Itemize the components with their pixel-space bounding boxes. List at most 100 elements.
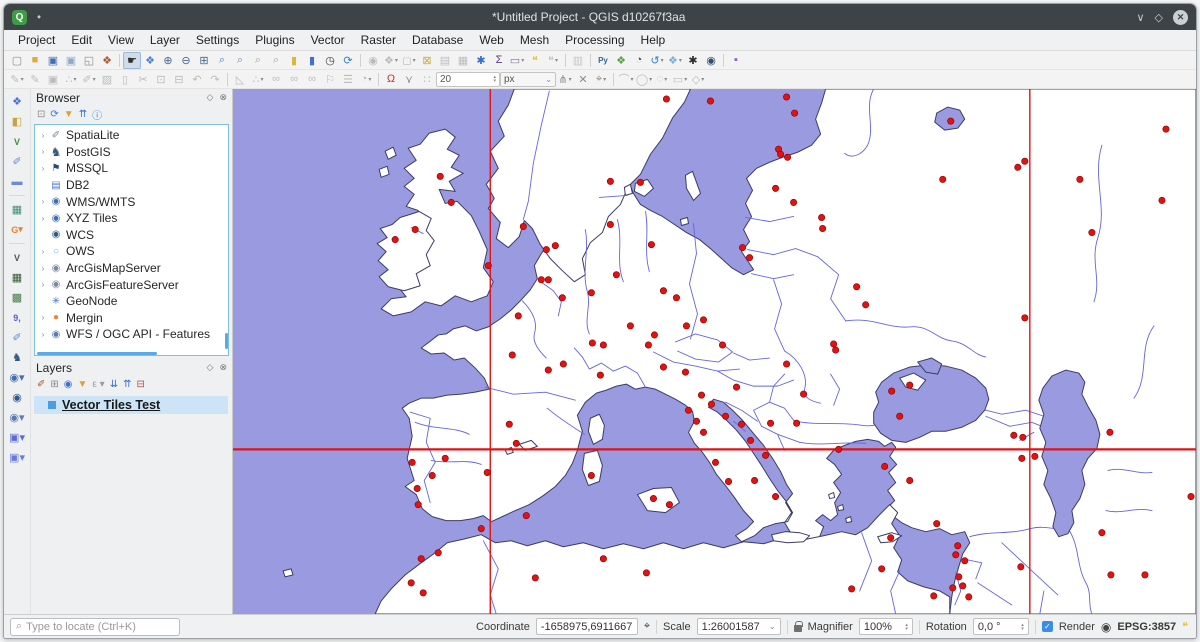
menu-view[interactable]: View	[100, 31, 142, 49]
enable-snapping[interactable]: Ω	[382, 71, 400, 88]
horizontal-scrollbar[interactable]	[37, 352, 157, 355]
browser-item-mssql[interactable]: ›⚑MSSQL	[37, 160, 228, 177]
expand-icon[interactable]: ›	[37, 164, 49, 173]
browser-item-wcs[interactable]: ◉WCS	[37, 227, 228, 244]
expand-icon[interactable]: ›	[37, 313, 49, 322]
processing-history[interactable]: ↺▾	[648, 52, 666, 69]
map-canvas[interactable]	[232, 89, 1196, 614]
scale-combo[interactable]: 1:26001587⌄	[697, 618, 781, 635]
menu-database[interactable]: Database	[404, 31, 471, 49]
metasearch[interactable]: ◉	[702, 52, 720, 69]
messages-icon[interactable]: ❝	[1182, 620, 1188, 633]
open-layer-styling[interactable]: ✐	[37, 379, 45, 390]
open-data-source-manager[interactable]: ❖	[8, 93, 26, 110]
close-panel-icon[interactable]: ⊗	[219, 92, 227, 103]
browser-item-spatialite[interactable]: ›✐SpatiaLite	[37, 127, 228, 144]
add-wms-layer[interactable]: ◉▾	[8, 369, 26, 386]
crs-globe-icon[interactable]: ◉	[1101, 620, 1111, 634]
collapse-all-layers[interactable]: ⇈	[123, 379, 131, 390]
grass-tools[interactable]: G▾	[8, 221, 26, 238]
crs-status[interactable]: EPSG:3857	[1117, 621, 1176, 633]
filter-browser[interactable]: ▼	[64, 109, 74, 120]
deselect-features[interactable]: ⊠	[418, 52, 436, 69]
enable-tracing[interactable]: ⋔▾	[556, 71, 574, 88]
properties-info[interactable]: ⓘ	[92, 107, 102, 122]
expand-icon[interactable]: ›	[37, 214, 49, 223]
add-raster-layer-2[interactable]: ▦	[8, 269, 26, 286]
snap-on-intersection[interactable]: ✕	[574, 71, 592, 88]
browser-item-wfs-ogc-api-features[interactable]: ›◉WFS / OGC API - Features	[37, 326, 228, 343]
minimize-icon[interactable]: ∨	[1136, 11, 1144, 24]
zoom-in[interactable]: ⊕	[159, 52, 177, 69]
pan-to-selection[interactable]: ❖	[141, 52, 159, 69]
snapping-unit[interactable]: px⌄	[500, 72, 556, 87]
float-panel-icon[interactable]: ◇	[207, 92, 214, 103]
menu-layer[interactable]: Layer	[142, 31, 188, 49]
browser-item-ows[interactable]: ›○OWS	[37, 243, 228, 260]
expand-icon[interactable]: ›	[37, 147, 49, 156]
locator-input[interactable]: ⌕ Type to locate (Ctrl+K)	[10, 618, 180, 636]
add-wcs-layer[interactable]: ◉	[8, 389, 26, 406]
add-delimited-text-2[interactable]: 9,	[8, 309, 26, 326]
add-mesh-layer-2[interactable]: ▩	[8, 289, 26, 306]
add-vector-tile[interactable]: ❖▾	[666, 52, 684, 69]
browser-item-db2[interactable]: ▤DB2	[37, 177, 228, 194]
decorations[interactable]: ▪	[727, 52, 745, 69]
map-tips[interactable]: ❝	[526, 52, 544, 69]
open-project[interactable]: ■	[26, 52, 44, 69]
render-checkbox[interactable]: ✓	[1042, 621, 1053, 632]
show-layout-manager[interactable]: ❖	[98, 52, 116, 69]
extents-icon[interactable]: ⌖	[644, 620, 650, 633]
add-wfs-layer[interactable]: ◉▾	[8, 409, 26, 426]
debugging-tools[interactable]: ✱	[684, 52, 702, 69]
browser-item-wms-wmts[interactable]: ›◉WMS/WMTS	[37, 193, 228, 210]
browser-item-xyz-tiles[interactable]: ›◉XYZ Tiles	[37, 210, 228, 227]
new-print-layout[interactable]: ◱	[80, 52, 98, 69]
browser-item-mergin[interactable]: ›●Mergin	[37, 310, 228, 327]
expand-icon[interactable]: ›	[37, 264, 49, 273]
maximize-icon[interactable]: ◇	[1155, 11, 1163, 24]
browser-item-arcgisfeatureserver[interactable]: ›◉ArcGisFeatureServer	[37, 276, 228, 293]
add-group[interactable]: ⊞	[50, 379, 58, 390]
add-selected-layers[interactable]: ⊡	[37, 109, 45, 120]
vertical-scrollbar[interactable]	[225, 333, 228, 349]
expand-icon[interactable]: ›	[37, 197, 49, 206]
menu-vector[interactable]: Vector	[303, 31, 353, 49]
expand-icon[interactable]: ›	[37, 247, 49, 256]
refresh-map[interactable]: ⟳	[339, 52, 357, 69]
remove-layer[interactable]: ⊟	[136, 379, 144, 390]
python-console[interactable]: Py	[594, 52, 612, 69]
menu-processing[interactable]: Processing	[557, 31, 632, 49]
filter-by-expression[interactable]: ε ▾	[92, 379, 104, 390]
temporal-controller[interactable]: ◷	[321, 52, 339, 69]
expand-all[interactable]: ⇊	[110, 379, 118, 390]
add-spatialite-layer[interactable]: ✐	[8, 329, 26, 346]
menu-mesh[interactable]: Mesh	[512, 31, 557, 49]
zoom-full[interactable]: ⊞	[195, 52, 213, 69]
zoom-to-layer[interactable]: ⌕	[231, 52, 249, 69]
save-project[interactable]: ▣	[44, 52, 62, 69]
menu-project[interactable]: Project	[10, 31, 63, 49]
add-vector-layer[interactable]: V	[8, 133, 26, 150]
close-icon[interactable]: ✕	[1173, 10, 1188, 25]
menu-web[interactable]: Web	[471, 31, 511, 49]
save-project-as[interactable]: ▣	[62, 52, 80, 69]
menu-help[interactable]: Help	[633, 31, 674, 49]
rotation-spinner[interactable]: 0,0 ° ▴▾	[973, 618, 1029, 635]
zoom-next[interactable]: ⌕	[267, 52, 285, 69]
new-spatial-bookmark[interactable]: ▮	[285, 52, 303, 69]
add-vector-layer-2[interactable]: V	[8, 249, 26, 266]
browser-item-arcgismapserver[interactable]: ›◉ArcGisMapServer	[37, 260, 228, 277]
layer-checkbox[interactable]	[48, 401, 56, 409]
snapping-tolerance[interactable]: 20▴▾	[436, 72, 500, 87]
menu-raster[interactable]: Raster	[353, 31, 404, 49]
coordinate-input[interactable]: -1658975,6911667	[536, 618, 638, 635]
collapse-all[interactable]: ⇈	[79, 109, 87, 120]
magnifier-spinner[interactable]: 100% ▴▾	[859, 618, 913, 635]
filter-legend[interactable]: ▼	[78, 379, 88, 390]
show-spatial-bookmarks[interactable]: ▮	[303, 52, 321, 69]
new-project[interactable]: ▢	[8, 52, 26, 69]
title-bar[interactable]: Q ⬩ *Untitled Project - QGIS d10267f3aa …	[4, 4, 1196, 30]
menu-settings[interactable]: Settings	[188, 31, 247, 49]
layer-item[interactable]: Vector Tiles Test	[34, 396, 228, 414]
